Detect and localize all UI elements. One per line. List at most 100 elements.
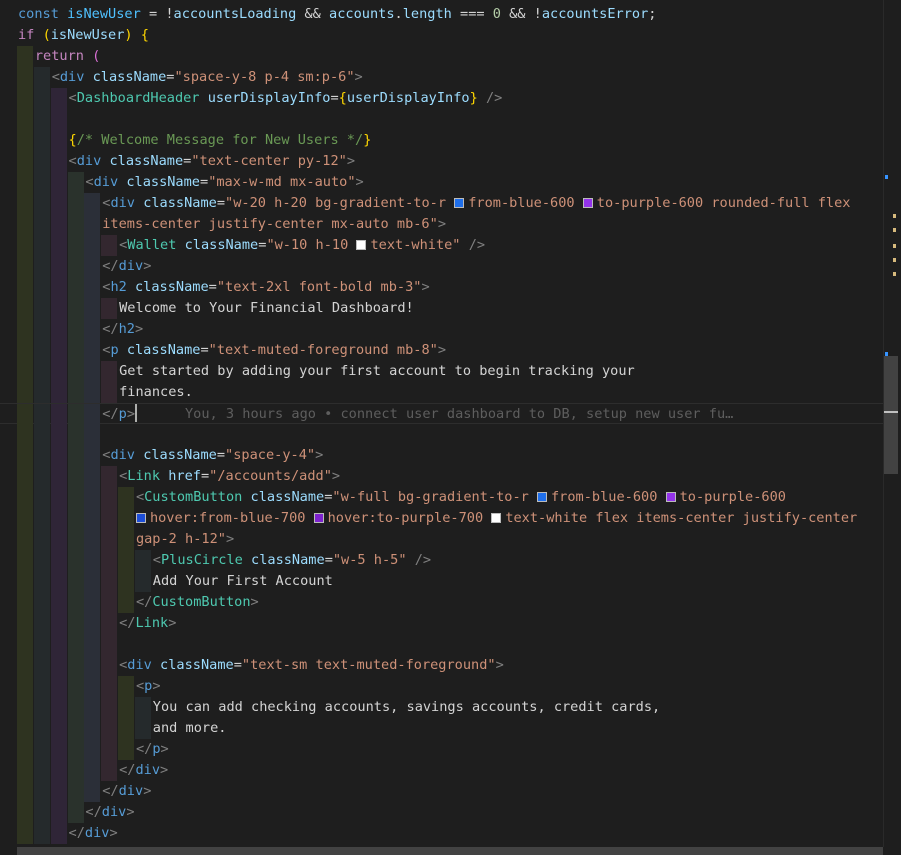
- indent-guide: [50, 550, 67, 571]
- code-text: </div>: [102, 256, 151, 277]
- code-line[interactable]: Welcome to Your Financial Dashboard!: [0, 298, 883, 319]
- code-line[interactable]: <p className="text-muted-foreground mb-8…: [0, 340, 883, 361]
- code-token: div: [118, 783, 144, 799]
- code-token: accounts: [329, 6, 395, 22]
- indent-guide: [50, 340, 67, 361]
- indent-guide: [33, 592, 50, 613]
- code-line[interactable]: <div className="w-20 h-20 bg-gradient-to…: [0, 193, 883, 214]
- code-line[interactable]: </div>: [0, 802, 883, 823]
- code-line[interactable]: <div className="max-w-md mx-auto">: [0, 172, 883, 193]
- code-line[interactable]: finances.: [0, 382, 883, 403]
- code-line[interactable]: <PlusCircle className="w-5 h-5" />: [0, 550, 883, 571]
- code-token: </: [135, 741, 153, 757]
- git-blame-annotation[interactable]: You, 3 hours ago • connect user dashboar…: [185, 406, 733, 422]
- code-line[interactable]: </div>: [0, 823, 883, 844]
- code-line[interactable]: Add Your First Account: [0, 571, 883, 592]
- indent-guide: [84, 760, 101, 781]
- code-line[interactable]: hover:from-blue-700 hover:to-purple-700 …: [0, 508, 883, 529]
- code-line[interactable]: [0, 634, 883, 655]
- indent-guide: [50, 508, 67, 529]
- code-line[interactable]: items-center justify-center mx-auto mb-6…: [0, 214, 883, 235]
- code-token: =: [330, 90, 339, 106]
- code-line[interactable]: <DashboardHeader userDisplayInfo={userDi…: [0, 88, 883, 109]
- indent-guide: [33, 88, 50, 109]
- code-line[interactable]: </div>: [0, 781, 883, 802]
- indent-guide: [33, 550, 50, 571]
- code-line[interactable]: </h2>: [0, 319, 883, 340]
- code-line[interactable]: Get started by adding your first account…: [0, 361, 883, 382]
- code-token: accountsLoading: [173, 6, 297, 22]
- code-token: "text-sm text-muted-foreground": [241, 657, 496, 673]
- code-line[interactable]: and more.: [0, 718, 883, 739]
- code-token: >: [421, 279, 430, 295]
- indent-guide: [33, 508, 50, 529]
- code-token: const: [18, 6, 68, 22]
- code-line[interactable]: const isNewUser = !accountsLoading && ac…: [0, 4, 883, 25]
- code-line[interactable]: <div className="text-center py-12">: [0, 151, 883, 172]
- color-swatch-icon[interactable]: [454, 198, 465, 208]
- indent-guide: [67, 697, 84, 718]
- vertical-scrollbar-thumb[interactable]: [884, 356, 898, 474]
- code-token: && !: [500, 6, 542, 22]
- code-line[interactable]: return (: [0, 46, 883, 67]
- code-token: PlusCircle: [160, 552, 243, 568]
- indent-guide: [33, 571, 50, 592]
- code-token: </: [102, 321, 119, 337]
- code-line[interactable]: <CustomButton className="w-full bg-gradi…: [0, 487, 883, 508]
- code-token: div: [110, 195, 135, 211]
- code-line[interactable]: </div>: [0, 256, 883, 277]
- code-token: </: [102, 258, 119, 274]
- code-line[interactable]: <h2 className="text-2xl font-bold mb-3">: [0, 277, 883, 298]
- indent-guide: [84, 466, 101, 487]
- color-swatch-icon[interactable]: [356, 240, 367, 250]
- color-swatch-icon[interactable]: [537, 492, 547, 502]
- code-token: =: [200, 342, 209, 358]
- color-swatch-icon[interactable]: [491, 513, 502, 523]
- code-line[interactable]: </div>: [0, 760, 883, 781]
- code-token: p: [152, 741, 161, 757]
- code-line[interactable]: <Wallet className="w-10 h-10 text-white"…: [0, 235, 883, 256]
- code-line[interactable]: <Link href="/accounts/add">: [0, 466, 883, 487]
- code-line[interactable]: </CustomButton>: [0, 592, 883, 613]
- horizontal-scrollbar[interactable]: [17, 847, 883, 855]
- indent-guide: [84, 404, 101, 425]
- code-token: <: [85, 174, 94, 190]
- color-swatch-icon[interactable]: [135, 513, 146, 523]
- indent-guide: [67, 235, 84, 256]
- code-line[interactable]: <div className="text-sm text-muted-foreg…: [0, 655, 883, 676]
- code-line[interactable]: </Link>: [0, 613, 883, 634]
- code-line[interactable]: <div className="space-y-8 p-4 sm:p-6">: [0, 67, 883, 88]
- code-editor[interactable]: const isNewUser = !accountsLoading && ac…: [0, 4, 901, 847]
- code-line[interactable]: {/* Welcome Message for New Users */}: [0, 130, 883, 151]
- code-line[interactable]: [0, 109, 883, 130]
- code-token: >: [250, 594, 259, 610]
- code-line[interactable]: if (isNewUser) {: [0, 25, 883, 46]
- indent-guide: [50, 718, 67, 739]
- color-swatch-icon[interactable]: [313, 513, 324, 523]
- color-swatch-icon[interactable]: [582, 198, 593, 208]
- color-swatch-icon[interactable]: [665, 492, 676, 502]
- code-token: </: [102, 406, 119, 422]
- code-line[interactable]: </p>: [0, 739, 883, 760]
- code-token: <: [135, 678, 145, 694]
- code-line[interactable]: gap-2 h-12">: [0, 529, 883, 550]
- code-line[interactable]: You can add checking accounts, savings a…: [0, 697, 883, 718]
- indent-guide: [17, 193, 33, 214]
- code-line[interactable]: <p>: [0, 676, 883, 697]
- code-token: DashboardHeader: [76, 90, 200, 106]
- indent-guide: [17, 319, 33, 340]
- indent-guide: [84, 592, 101, 613]
- code-token: div: [76, 153, 102, 169]
- indent-guide: [17, 67, 33, 88]
- indent-guide: [101, 592, 118, 613]
- indent-guide: [33, 361, 50, 382]
- code-line[interactable]: </p> You, 3 hours ago • connect user dash…: [0, 403, 883, 425]
- code-line[interactable]: <div className="space-y-4">: [0, 445, 883, 466]
- code-line[interactable]: [0, 424, 883, 445]
- indent-guide: [84, 529, 101, 550]
- indent-guide: [33, 424, 50, 445]
- indent-guide: [67, 529, 84, 550]
